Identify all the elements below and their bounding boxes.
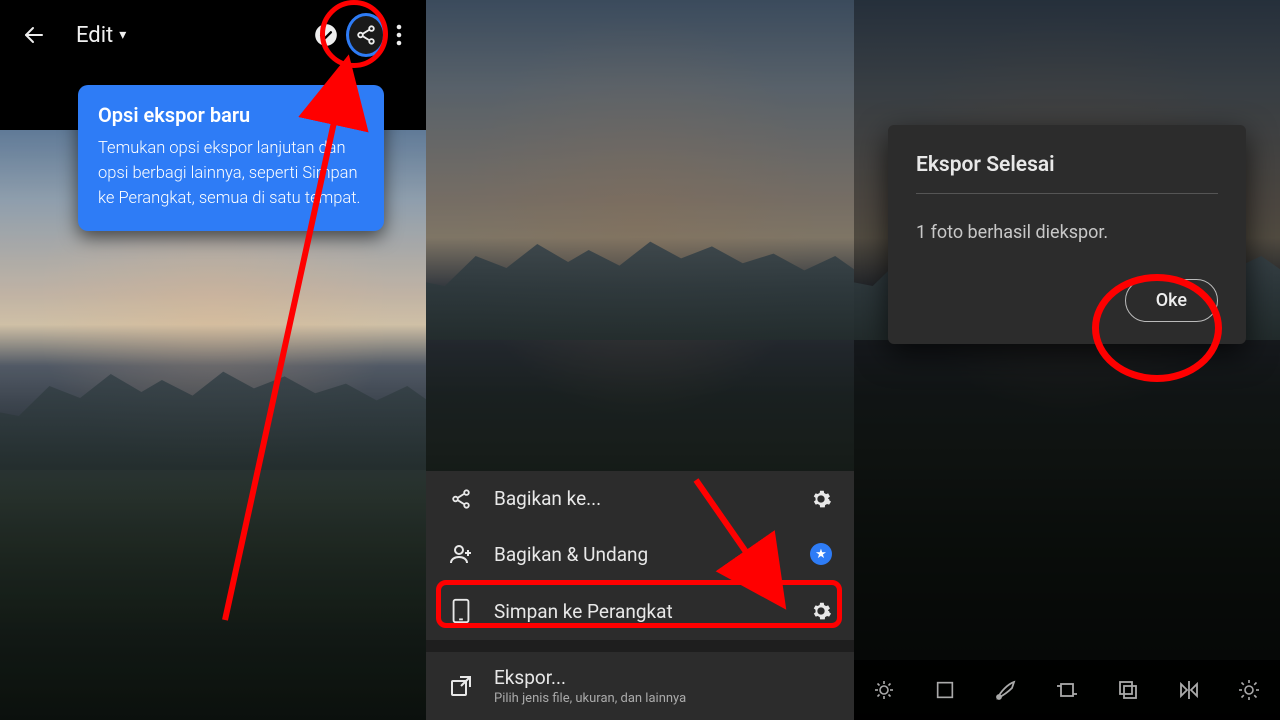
photo-preview-3 bbox=[854, 0, 1280, 720]
tool-transform[interactable] bbox=[1042, 665, 1092, 715]
brightness-icon bbox=[1237, 678, 1261, 702]
copy-icon bbox=[1116, 678, 1140, 702]
panel-step-1: Edit ▾ Opsi ekspor baru Temukan opsi eks… bbox=[0, 0, 426, 720]
tool-flip[interactable] bbox=[1164, 665, 1214, 715]
brush-icon bbox=[994, 678, 1018, 702]
square-crop-icon bbox=[934, 679, 956, 701]
dialog-title: Ekspor Selesai bbox=[916, 153, 1218, 177]
tool-healing[interactable] bbox=[859, 665, 909, 715]
ok-button[interactable]: Oke bbox=[1125, 279, 1218, 322]
dialog-divider bbox=[916, 193, 1218, 194]
panel-step-3: Ekspor Selesai 1 foto berhasil diekspor.… bbox=[854, 0, 1280, 720]
tool-brush[interactable] bbox=[981, 665, 1031, 715]
annotation-arrow-2 bbox=[426, 0, 854, 720]
tool-copy[interactable] bbox=[1103, 665, 1153, 715]
flip-icon bbox=[1177, 678, 1201, 702]
tool-crop[interactable] bbox=[920, 665, 970, 715]
annotation-arrow-1 bbox=[0, 0, 426, 720]
bottom-toolbar bbox=[854, 660, 1280, 720]
tool-brightness[interactable] bbox=[1224, 665, 1274, 715]
dialog-message: 1 foto berhasil diekspor. bbox=[916, 222, 1218, 243]
healing-icon bbox=[872, 678, 896, 702]
panel-step-2: Bagikan ke... Bagikan & Undang ★ Simpan … bbox=[426, 0, 854, 720]
export-complete-dialog: Ekspor Selesai 1 foto berhasil diekspor.… bbox=[888, 125, 1246, 344]
transform-icon bbox=[1055, 678, 1079, 702]
